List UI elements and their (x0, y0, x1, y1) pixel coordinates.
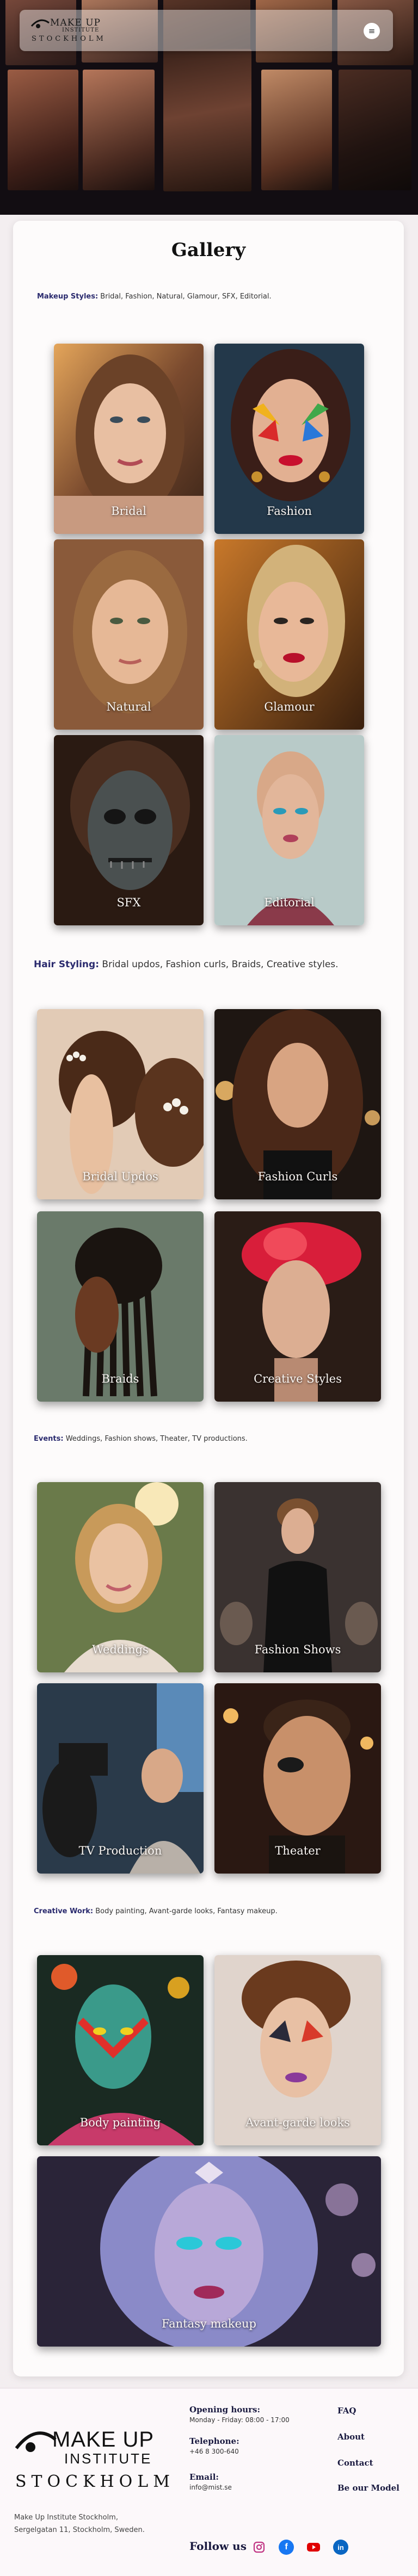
page-title: Gallery (171, 239, 246, 261)
section-description: Events: Weddings, Fashion shows, Theater… (34, 1435, 248, 1443)
footer-address: Make Up Institute Stockholm, Sergelgatan… (14, 2511, 145, 2536)
gallery-item-label: Body painting (79, 2116, 161, 2129)
email: Email: info@mist.se (189, 2472, 232, 2491)
gallery-item[interactable]: Bridal (54, 344, 204, 534)
gallery-item[interactable]: Fashion Curls (214, 1009, 381, 1199)
hero-photo (83, 70, 155, 190)
footer-link-about[interactable]: About (337, 2432, 365, 2442)
email-value[interactable]: info@mist.se (189, 2484, 232, 2491)
gallery-item-label: SFX (116, 896, 141, 909)
gallery-item[interactable]: Body painting (37, 1955, 204, 2145)
hero-photo (163, 49, 251, 191)
gallery-item[interactable]: Glamour (214, 539, 364, 730)
telephone-value[interactable]: +46 8 300-640 (189, 2448, 239, 2455)
gallery-item[interactable]: Bridal Updos (37, 1009, 204, 1199)
gallery-item-label: Avant-garde looks (245, 2116, 350, 2129)
footer: MAKE UP INSTITUTE STOCKHOLM Make Up Inst… (0, 2388, 418, 2576)
footer-logo[interactable]: MAKE UP INSTITUTE STOCKHOLM (14, 2422, 170, 2491)
gallery-item-label: Fashion (267, 505, 312, 518)
address-line: Make Up Institute Stockholm, (14, 2513, 118, 2522)
gallery-item[interactable]: SFX (54, 735, 204, 925)
section-description: Hair Styling: Bridal updos, Fashion curl… (34, 959, 339, 970)
gallery-item[interactable]: Creative Styles (214, 1211, 381, 1402)
hero-photo (261, 70, 332, 190)
gallery-item-label: Theater (275, 1844, 321, 1857)
site-logo[interactable]: MAKE UP INSTITUTE STOCKHOLM (29, 15, 111, 46)
footer-logo-line-3: STOCKHOLM (15, 2472, 175, 2491)
gallery-item[interactable]: Editorial (214, 735, 364, 925)
eye-logo-icon (15, 2431, 57, 2452)
gallery-item[interactable]: Fashion Shows (214, 1482, 381, 1672)
instagram-icon[interactable] (251, 2540, 267, 2555)
gallery-item-label: Bridal (111, 505, 146, 518)
hamburger-icon: ≡ (368, 26, 376, 36)
menu-button[interactable]: ≡ (364, 23, 380, 39)
section-description: Makeup Styles: Bridal, Fashion, Natural,… (37, 293, 272, 301)
address-line: Sergelgatan 11, Stockholm, Sweden. (14, 2526, 145, 2534)
hero-photo (339, 70, 411, 190)
gallery-item-label: Bridal Updos (82, 1170, 158, 1183)
opening-hours: Opening hours: Monday - Friday: 08:00 - … (189, 2405, 290, 2424)
logo-line-1: MAKE UP (50, 17, 101, 28)
footer-link-faq[interactable]: FAQ (337, 2406, 356, 2416)
follow-us-label: Follow us (189, 2540, 247, 2553)
gallery-item-label: Fashion Curls (257, 1170, 338, 1183)
gallery-item[interactable]: Fantasy makeup (37, 2156, 381, 2347)
hero-photo (8, 70, 78, 190)
gallery-card: Gallery Makeup Styles: Bridal, Fashion, … (13, 221, 404, 2376)
gallery-item[interactable]: Natural (54, 539, 204, 730)
gallery-item-label: Fantasy makeup (161, 2317, 257, 2330)
section-text: Body painting, Avant-garde looks, Fantas… (93, 1907, 278, 1915)
linkedin-icon[interactable]: in (333, 2540, 348, 2555)
gallery-item[interactable]: Braids (37, 1211, 204, 1402)
gallery-item-label: TV Production (78, 1844, 162, 1857)
facebook-icon[interactable]: f (279, 2540, 294, 2555)
section-category: Creative Work: (34, 1907, 94, 1915)
gallery-item-label: Glamour (264, 700, 315, 713)
youtube-icon[interactable] (306, 2540, 321, 2555)
gallery-item-label: Creative Styles (254, 1372, 342, 1385)
footer-link-be-our-model[interactable]: Be our Model (337, 2483, 399, 2493)
section-description: Creative Work: Body painting, Avant-gard… (34, 1907, 278, 1915)
gallery-item[interactable]: Weddings (37, 1482, 204, 1672)
opening-hours-title: Opening hours: (189, 2405, 261, 2415)
footer-link-contact[interactable]: Contact (337, 2458, 373, 2468)
email-title: Email: (189, 2472, 219, 2482)
gallery-item[interactable]: TV Production (37, 1683, 204, 1874)
hero-banner: MAKE UP INSTITUTE STOCKHOLM ≡ (0, 0, 418, 215)
navigation-bar: MAKE UP INSTITUTE STOCKHOLM ≡ (20, 10, 393, 51)
gallery-item[interactable]: Fashion (214, 344, 364, 534)
section-text: Weddings, Fashion shows, Theater, TV pro… (63, 1435, 248, 1443)
logo-line-2: INSTITUTE (62, 27, 100, 33)
gallery-item-label: Natural (106, 700, 151, 713)
section-category: Hair Styling: (34, 959, 100, 970)
telephone-title: Telephone: (189, 2436, 239, 2446)
eye-logo-icon (30, 19, 50, 28)
logo-line-3: STOCKHOLM (32, 35, 106, 43)
opening-hours-value: Monday - Friday: 08:00 - 17:00 (189, 2416, 290, 2424)
gallery-item[interactable]: Theater (214, 1683, 381, 1874)
section-text: Bridal updos, Fashion curls, Braids, Cre… (99, 959, 339, 970)
gallery-item-label: Weddings (92, 1643, 149, 1656)
gallery-item-label: Fashion Shows (254, 1643, 341, 1656)
section-category: Events: (34, 1435, 64, 1443)
footer-logo-line-2: INSTITUTE (64, 2450, 152, 2467)
telephone: Telephone: +46 8 300-640 (189, 2436, 239, 2455)
section-text: Bridal, Fashion, Natural, Glamour, SFX, … (98, 293, 272, 301)
footer-logo-line-1: MAKE UP (52, 2428, 155, 2451)
gallery-item[interactable]: Avant-garde looks (214, 1955, 381, 2145)
section-category: Makeup Styles: (37, 293, 99, 301)
gallery-item-label: Editorial (264, 896, 315, 909)
gallery-item-label: Braids (101, 1372, 139, 1385)
